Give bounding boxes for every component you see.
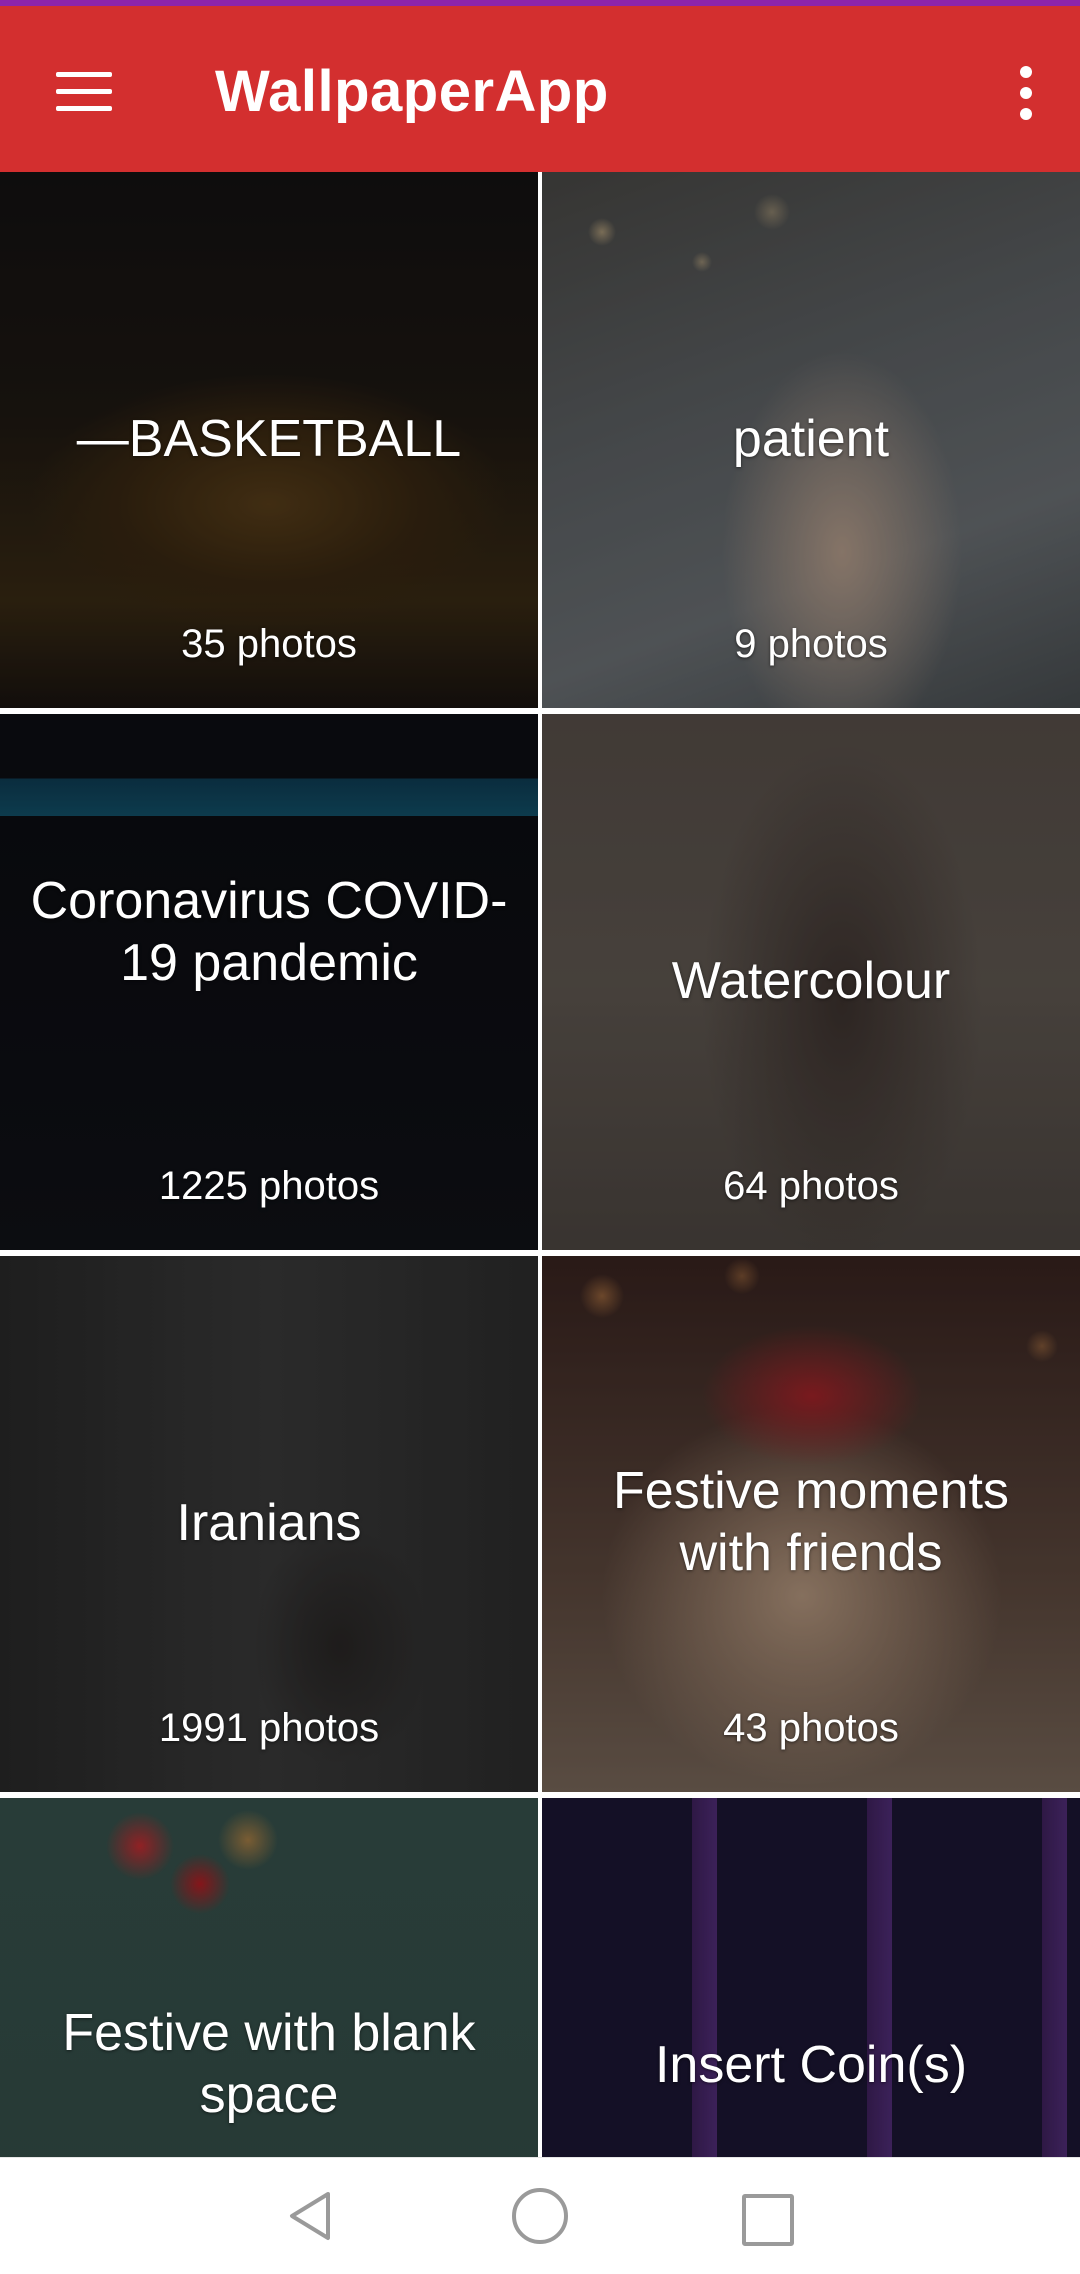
category-tile-basketball[interactable]: —BASKETBALL 35 photos xyxy=(0,172,538,708)
category-tile-festive-moments[interactable]: Festive moments with friends 43 photos xyxy=(542,1256,1080,1792)
category-title: Festive moments with friends xyxy=(613,1462,1009,1582)
category-tile-iranians[interactable]: Iranians 1991 photos xyxy=(0,1256,538,1792)
more-vertical-icon[interactable] xyxy=(1000,58,1050,128)
category-title: patient xyxy=(732,410,890,468)
photo-count: 9 photos xyxy=(734,622,888,666)
photo-count: 64 photos xyxy=(723,1164,899,1208)
photo-count: 1991 photos xyxy=(158,1706,380,1750)
category-title: Iranians xyxy=(176,1494,362,1552)
category-grid: —BASKETBALL 35 photos patient 9 photos C… xyxy=(0,172,1080,2157)
category-title: Festive with blank space xyxy=(62,2004,476,2124)
app-bar: WallpaperApp xyxy=(0,6,1080,172)
category-tile-festive-blank[interactable]: Festive with blank space xyxy=(0,1798,538,2157)
category-tile-watercolour[interactable]: Watercolour 64 photos xyxy=(542,714,1080,1250)
photo-count: 43 photos xyxy=(723,1706,899,1750)
back-triangle-icon[interactable] xyxy=(282,2188,338,2244)
category-title: Watercolour xyxy=(671,952,951,1010)
category-tile-insert-coin[interactable]: Insert Coin(s) xyxy=(542,1798,1080,2157)
category-title: Insert Coin(s) xyxy=(654,2036,968,2094)
photo-count: 35 photos xyxy=(181,622,357,666)
home-circle-icon[interactable] xyxy=(512,2188,568,2244)
recents-square-icon[interactable] xyxy=(742,2194,794,2246)
category-tile-coronavirus[interactable]: Coronavirus COVID-19 pandemic 1225 photo… xyxy=(0,714,538,1250)
photo-count: 1225 photos xyxy=(158,1164,380,1208)
app-title: WallpaperApp xyxy=(215,59,609,124)
category-tile-patient[interactable]: patient 9 photos xyxy=(542,172,1080,708)
category-title: Coronavirus COVID-19 pandemic xyxy=(30,872,508,992)
hamburger-menu-icon[interactable] xyxy=(50,56,120,126)
category-title: —BASKETBALL xyxy=(76,410,462,468)
system-navigation-bar xyxy=(0,2157,1080,2274)
